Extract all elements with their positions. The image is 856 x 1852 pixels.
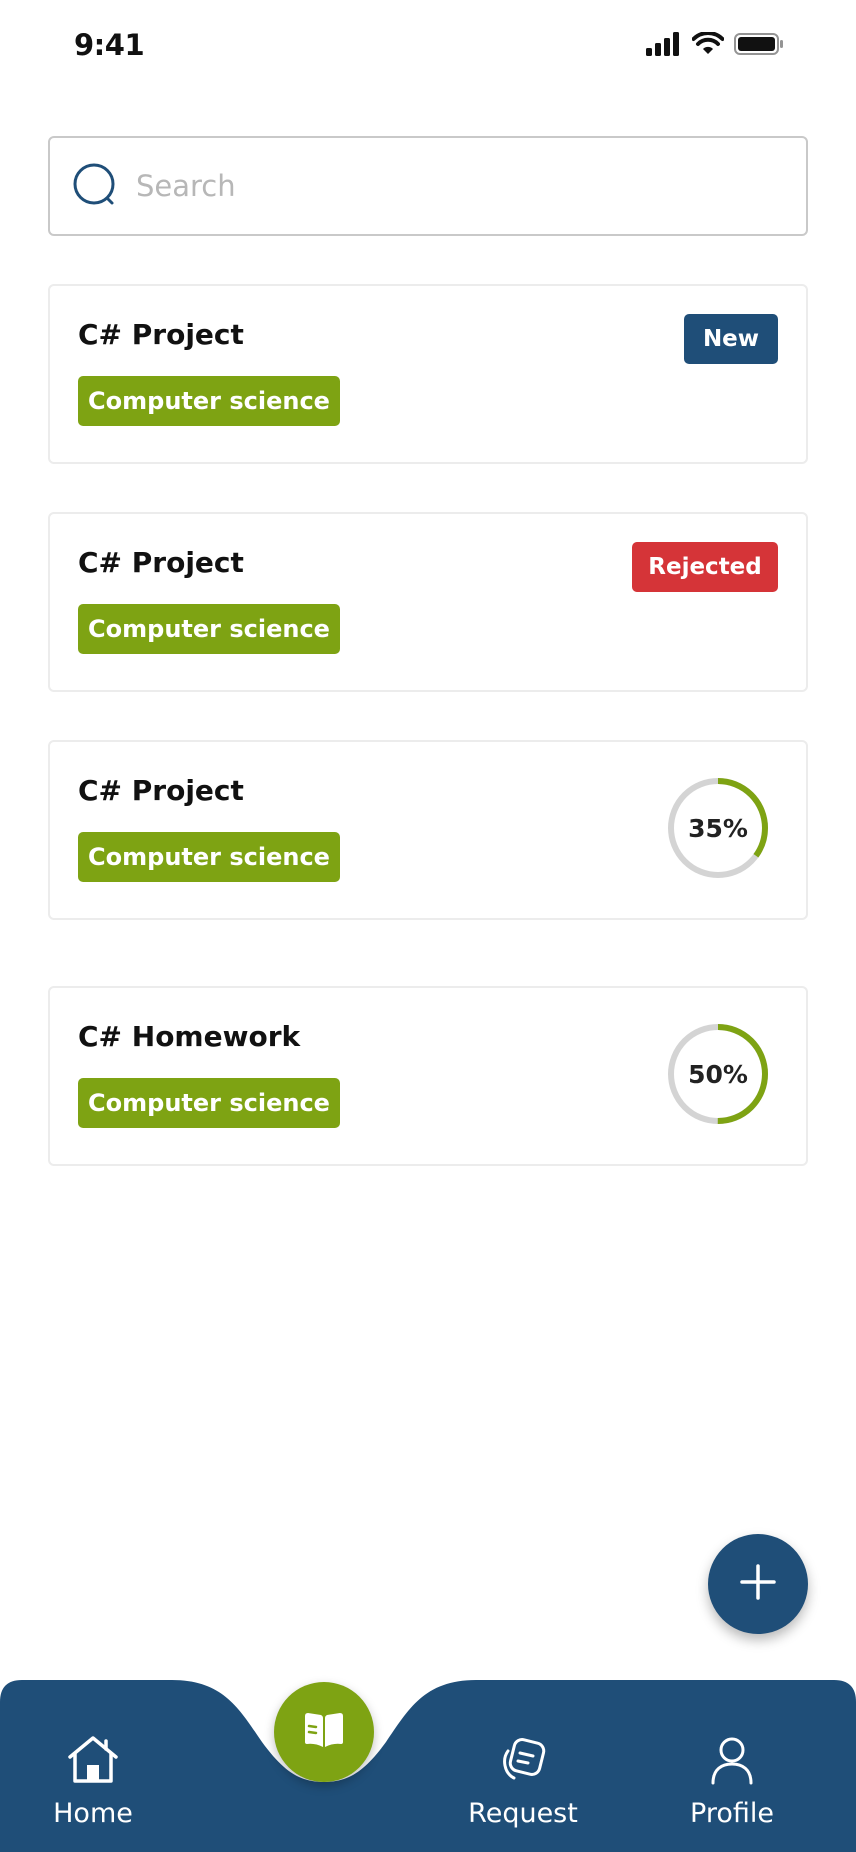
search-bar[interactable] xyxy=(48,136,808,236)
battery-icon xyxy=(734,32,784,60)
status-bar: 9:41 xyxy=(0,0,856,96)
category-tag: Computer science xyxy=(78,376,340,426)
nav-request[interactable]: Request xyxy=(448,1732,598,1829)
search-icon xyxy=(72,162,124,214)
bottom-nav: Home Request Profile xyxy=(0,1680,856,1852)
card-title: C# Homework xyxy=(78,1020,301,1053)
status-badge-rejected: Rejected xyxy=(632,542,778,592)
progress-ring: 50% xyxy=(666,1022,770,1126)
home-icon xyxy=(65,1732,121,1788)
project-card[interactable]: C# Project Computer science 35% xyxy=(48,740,808,920)
progress-ring: 35% xyxy=(666,776,770,880)
request-icon xyxy=(495,1732,551,1788)
plus-icon xyxy=(738,1562,778,1606)
add-button[interactable] xyxy=(708,1534,808,1634)
card-title: C# Project xyxy=(78,774,244,807)
wifi-icon xyxy=(691,31,725,60)
nav-home-label: Home xyxy=(53,1798,133,1829)
nav-profile-label: Profile xyxy=(690,1798,774,1829)
status-time: 9:41 xyxy=(74,28,145,62)
category-tag: Computer science xyxy=(78,604,340,654)
progress-label: 50% xyxy=(688,1059,748,1089)
profile-icon xyxy=(704,1732,760,1788)
status-badge-new: New xyxy=(684,314,778,364)
search-input[interactable] xyxy=(136,154,776,218)
book-icon xyxy=(302,1710,346,1754)
nav-home[interactable]: Home xyxy=(18,1732,168,1829)
status-icons xyxy=(646,30,784,62)
card-title: C# Project xyxy=(78,546,244,579)
progress-label: 35% xyxy=(688,813,748,843)
category-tag: Computer science xyxy=(78,832,340,882)
card-title: C# Project xyxy=(78,318,244,351)
signal-icon xyxy=(646,32,682,60)
nav-center-book-button[interactable] xyxy=(274,1682,374,1782)
category-tag: Computer science xyxy=(78,1078,340,1128)
project-card[interactable]: C# Project Computer science New xyxy=(48,284,808,464)
project-card[interactable]: C# Project Computer science Rejected xyxy=(48,512,808,692)
project-card[interactable]: C# Homework Computer science 50% xyxy=(48,986,808,1166)
nav-profile[interactable]: Profile xyxy=(657,1732,807,1829)
nav-request-label: Request xyxy=(468,1798,578,1829)
